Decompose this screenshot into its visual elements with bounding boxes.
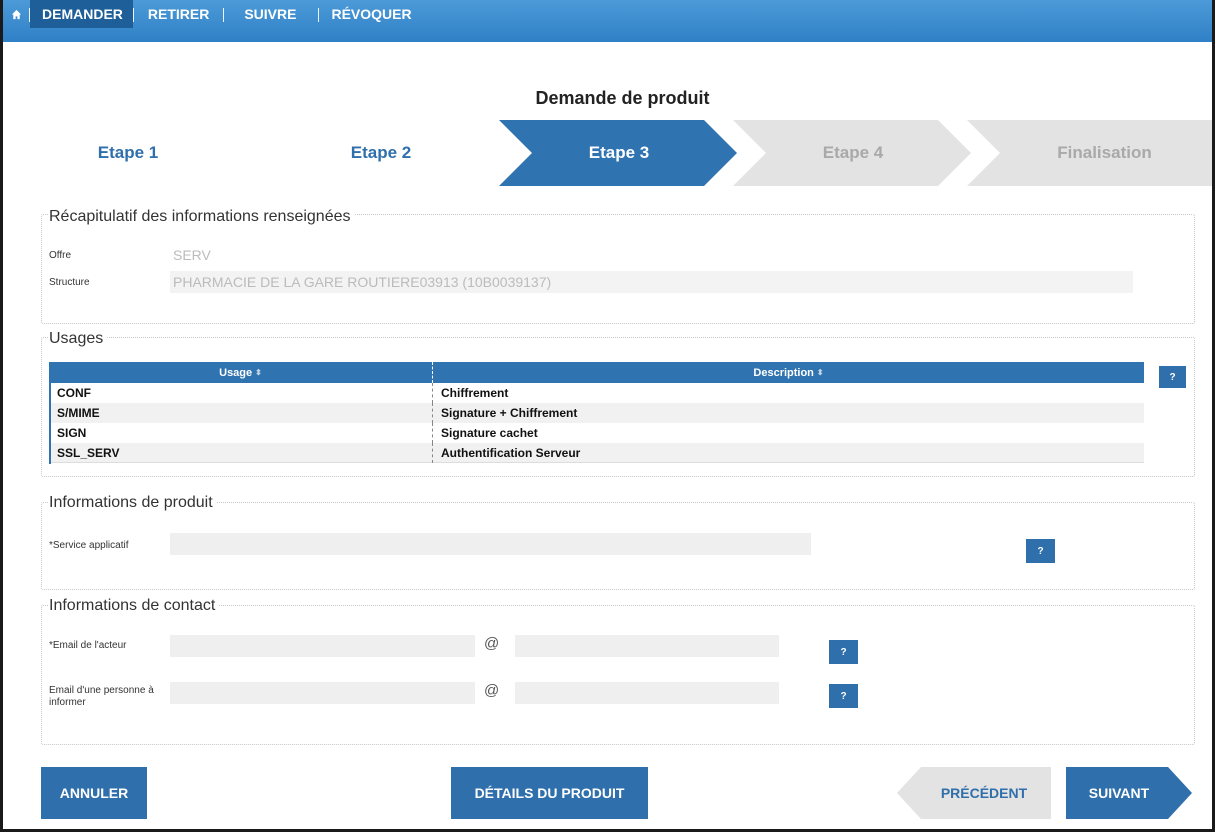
top-nav: DEMANDER RETIRER SUIVRE RÉVOQUER [3,0,1212,42]
description-cell: Signature cachet [441,426,538,440]
email-acteur-domain-input[interactable] [515,635,779,657]
email-informer-at: @ [484,682,500,699]
email-acteur-help-button[interactable]: ? [829,640,858,664]
contact-legend: Informations de contact [49,597,220,615]
nav-separator [318,8,320,22]
product-details-button[interactable]: DÉTAILS DU PRODUIT [451,767,648,819]
nav-suivre[interactable]: SUIVRE [224,0,318,28]
usages-legend: Usages [49,330,108,348]
recap-fieldset [41,214,1195,324]
nav-separator [132,8,134,22]
home-icon[interactable] [3,0,29,28]
previous-label: PRÉCÉDENT [940,785,1028,801]
column-usage[interactable]: Usage ⬍ [49,362,433,383]
table-row[interactable]: S/MIME Signature + Chiffrement [49,403,1144,423]
offre-label: Offre [49,250,72,261]
step-1[interactable]: Etape 1 [28,120,268,186]
page-title: Demande de produit [535,88,710,108]
table-row[interactable]: SIGN Signature cachet [49,423,1144,443]
usages-help-button[interactable]: ? [1159,366,1186,388]
step-finalisation[interactable]: Finalisation [967,120,1212,186]
nav-separator [29,8,30,22]
contact-fieldset [41,605,1195,745]
description-cell: Signature + Chiffrement [441,406,578,420]
previous-button[interactable]: PRÉCÉDENT [897,767,1051,819]
nav-revoquer[interactable]: RÉVOQUER [319,0,421,28]
step-4[interactable]: Etape 4 [733,120,973,186]
email-acteur-at: @ [484,635,500,652]
email-informer-help-button[interactable]: ? [829,684,858,708]
nav-demander[interactable]: DEMANDER [30,0,133,28]
email-informer-label: Email d'une personne à informer [49,685,154,708]
usage-cell: S/MIME [49,403,433,423]
table-row[interactable]: CONF Chiffrement [49,383,1144,403]
step-finalisation-label: Finalisation [1057,143,1152,162]
usages-table-header: Usage ⬍ Description ⬍ [49,362,1144,383]
nav-separator [223,8,225,22]
nav-retirer[interactable]: RETIRER [134,0,223,28]
email-acteur-local-input[interactable] [170,635,475,657]
service-help-button[interactable]: ? [1026,539,1055,563]
description-cell: Authentification Serveur [441,446,581,460]
table-left-border [49,362,51,464]
email-informer-domain-input[interactable] [515,682,779,704]
usage-cell: SIGN [49,423,433,443]
column-description[interactable]: Description ⬍ [433,362,1144,383]
table-row[interactable]: SSL_SERV Authentification Serveur [49,443,1144,463]
usage-cell: CONF [49,383,433,403]
step-2-label: Etape 2 [350,143,412,162]
step-3[interactable]: Etape 3 [499,120,739,186]
main-content: Demande de produit Etape 1 Etape 2 Etape… [28,42,1212,827]
service-applicatif-input[interactable] [170,533,811,555]
step-1-label: Etape 1 [97,143,159,162]
cancel-button[interactable]: ANNULER [41,767,147,819]
email-informer-local-input[interactable] [170,682,475,704]
service-applicatif-label: *Service applicatif [49,540,129,551]
structure-value: PHARMACIE DE LA GARE ROUTIERE03913 (10B0… [173,274,552,290]
step-4-label: Etape 4 [822,143,884,162]
stepper: Etape 1 Etape 2 Etape 3 Etape 4 Finalisa… [28,120,1212,186]
produit-legend: Informations de produit [49,494,217,512]
offre-value: SERV [173,247,211,263]
next-button[interactable]: SUIVANT [1066,767,1192,819]
step-3-label: Etape 3 [588,143,650,162]
recap-legend: Récapitulatif des informations renseigné… [49,208,355,226]
structure-label: Structure [49,277,90,288]
next-label: SUIVANT [1088,785,1150,801]
description-cell: Chiffrement [441,386,509,400]
email-acteur-label: *Email de l'acteur [49,640,127,651]
step-2[interactable]: Etape 2 [261,120,501,186]
usage-cell: SSL_SERV [49,443,433,463]
